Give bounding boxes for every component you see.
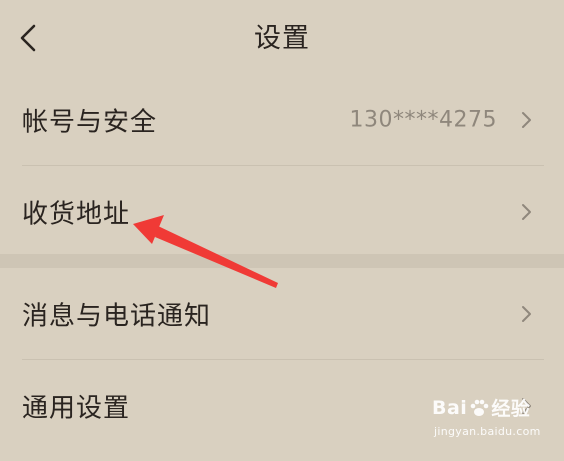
- chevron-right-icon: [522, 112, 531, 128]
- setting-row-shipping-address[interactable]: 收货地址: [0, 166, 564, 258]
- setting-row-message-call-notification[interactable]: 消息与电话通知: [0, 268, 564, 360]
- baidu-jingyan-watermark: Bai 经验 jingyan.baidu.com: [432, 396, 541, 439]
- setting-label: 收货地址: [22, 199, 131, 230]
- phone-number-value: 130****4275: [349, 107, 497, 133]
- top-bar: 设置: [0, 0, 564, 78]
- setting-label: 帐号与安全: [22, 107, 158, 138]
- section-divider: [0, 254, 564, 268]
- setting-label: 通用设置: [22, 393, 131, 424]
- settings-group-account: 帐号与安全 130****4275 收货地址: [0, 74, 564, 258]
- setting-label: 消息与电话通知: [22, 301, 212, 332]
- chevron-right-icon: [522, 204, 531, 220]
- setting-row-account-security[interactable]: 帐号与安全 130****4275: [0, 74, 564, 166]
- chevron-right-icon: [522, 306, 531, 322]
- page-title: 设置: [254, 23, 310, 54]
- paw-icon: [471, 399, 489, 416]
